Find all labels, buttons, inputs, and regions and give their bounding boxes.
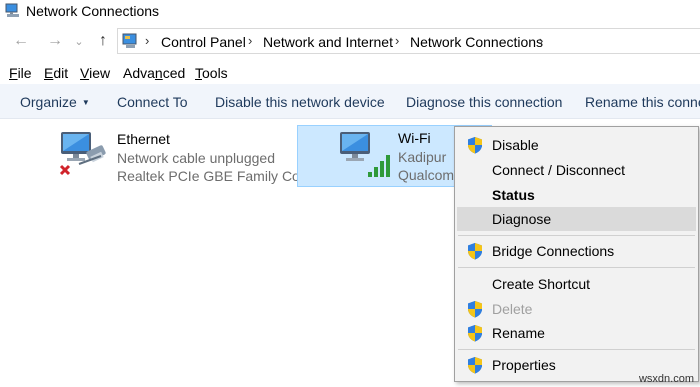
- rename-connection-button[interactable]: Rename this connection: [585, 94, 700, 110]
- breadcrumb-separator-icon: ›: [145, 33, 150, 48]
- dropdown-arrow-icon: ▼: [81, 98, 90, 107]
- uac-shield-icon: [468, 301, 482, 318]
- title-bar: Network Connections: [0, 0, 700, 22]
- navigation-row: ← → ⌄ ↑ › Control Panel › Network and In…: [0, 26, 700, 56]
- menu-item-rename[interactable]: Rename: [457, 321, 696, 345]
- menu-item-delete[interactable]: Delete: [457, 297, 696, 321]
- uac-shield-icon: [468, 137, 482, 154]
- connect-to-button[interactable]: Connect To: [117, 94, 188, 110]
- menu-edit[interactable]: Edit: [44, 65, 68, 81]
- menu-separator: [458, 235, 695, 236]
- connection-name: Ethernet: [117, 131, 170, 147]
- context-menu: Disable Connect / Disconnect Status Diag…: [454, 126, 699, 382]
- command-bar: Organize ▼ Connect To Disable this networ…: [0, 84, 700, 119]
- uac-shield-icon: [468, 357, 482, 374]
- network-connections-icon: [5, 3, 19, 17]
- connection-device: Realtek PCIe GBE Family Co...: [117, 168, 312, 184]
- menu-item-status[interactable]: Status: [457, 183, 696, 207]
- uac-shield-icon: [468, 243, 482, 260]
- menu-item-diagnose[interactable]: Diagnose: [457, 207, 696, 231]
- connection-status: Kadipur: [398, 149, 447, 165]
- menu-separator: [458, 267, 695, 268]
- ethernet-disconnected-icon: [59, 132, 106, 176]
- connection-item-ethernet[interactable]: Ethernet Network cable unplugged Realtek…: [55, 126, 312, 188]
- menu-item-disable[interactable]: Disable: [457, 133, 696, 157]
- menu-item-create-shortcut[interactable]: Create Shortcut: [457, 272, 696, 296]
- wifi-adapter-icon: [340, 132, 390, 177]
- connection-name: Wi-Fi: [398, 130, 431, 146]
- menu-file[interactable]: File: [9, 65, 32, 81]
- menu-advanced[interactable]: Advanced: [123, 65, 185, 81]
- breadcrumb-control-panel[interactable]: Control Panel: [161, 34, 246, 50]
- window-title: Network Connections: [26, 3, 160, 19]
- menu-item-bridge-connections[interactable]: Bridge Connections: [457, 239, 696, 263]
- up-arrow-icon[interactable]: ↑: [93, 31, 113, 51]
- control-panel-icon: [122, 33, 137, 48]
- menu-tools[interactable]: Tools: [195, 65, 228, 81]
- menu-bar: File Edit View Advanced Tools: [0, 62, 700, 84]
- organize-button[interactable]: Organize ▼: [20, 94, 90, 110]
- watermark: wsxdn.com: [638, 373, 694, 385]
- recent-locations-chevron-icon[interactable]: ⌄: [69, 31, 89, 51]
- breadcrumb-network-and-internet[interactable]: Network and Internet: [263, 34, 393, 50]
- disable-device-button[interactable]: Disable this network device: [215, 94, 385, 110]
- forward-arrow-icon[interactable]: →: [45, 31, 65, 51]
- address-bar[interactable]: › Control Panel › Network and Internet ›…: [117, 28, 700, 54]
- menu-item-connect-disconnect[interactable]: Connect / Disconnect: [457, 158, 696, 182]
- connection-status: Network cable unplugged: [117, 150, 275, 166]
- breadcrumb-network-connections[interactable]: Network Connections: [410, 34, 543, 50]
- diagnose-connection-button[interactable]: Diagnose this connection: [406, 94, 562, 110]
- breadcrumb-separator-icon[interactable]: ›: [395, 33, 399, 48]
- back-arrow-icon[interactable]: ←: [11, 31, 31, 51]
- uac-shield-icon: [468, 325, 482, 342]
- menu-view[interactable]: View: [80, 65, 110, 81]
- breadcrumb-separator-icon[interactable]: ›: [539, 33, 543, 48]
- breadcrumb-separator-icon[interactable]: ›: [248, 33, 252, 48]
- menu-separator: [458, 349, 695, 350]
